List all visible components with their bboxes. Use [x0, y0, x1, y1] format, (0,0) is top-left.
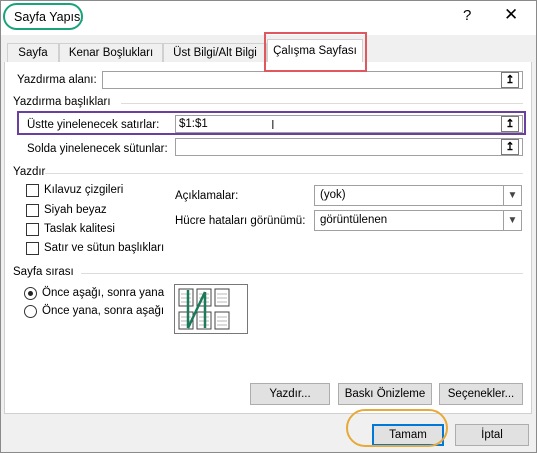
down-then-over-label: Önce aşağı, sonra yana: [42, 287, 165, 299]
help-icon[interactable]: ?: [463, 7, 471, 24]
rows-collapse-icon[interactable]: ↥: [501, 116, 519, 132]
over-then-down-radio[interactable]: [24, 305, 37, 318]
cols-collapse-icon[interactable]: ↥: [501, 139, 519, 155]
draft-quality-checkbox[interactable]: [26, 223, 39, 236]
print-divider: [45, 173, 523, 174]
print-area-label: Yazdırma alanı:: [17, 74, 97, 86]
gridlines-checkbox[interactable]: [26, 184, 39, 197]
page-order-divider: [81, 273, 523, 274]
cell-errors-label: Hücre hataları görünümü:: [175, 215, 306, 227]
black-white-checkbox[interactable]: [26, 204, 39, 217]
page-order-preview-icon: [174, 284, 248, 334]
draft-quality-label: Taslak kalitesi: [44, 223, 115, 235]
title-bar: Sayfa Yapısı ? ✕: [1, 1, 536, 35]
tab-header-footer[interactable]: Üst Bilgi/Alt Bilgi: [163, 43, 267, 63]
page-setup-dialog: Sayfa Yapısı ? ✕ Sayfa Kenar Boşlukları …: [0, 0, 537, 453]
ok-button[interactable]: Tamam: [372, 424, 444, 446]
print-titles-heading: Yazdırma başlıkları: [13, 96, 111, 108]
chevron-down-icon: ▼: [503, 211, 521, 230]
row-col-headings-checkbox[interactable]: [26, 242, 39, 255]
tab-sayfa[interactable]: Sayfa: [7, 43, 59, 63]
comments-label: Açıklamalar:: [175, 190, 239, 202]
down-then-over-radio[interactable]: [24, 287, 37, 300]
text-cursor-icon: I: [271, 117, 275, 132]
black-white-label: Siyah beyaz: [44, 204, 107, 216]
print-area-collapse-icon[interactable]: ↥: [501, 72, 519, 88]
over-then-down-label: Önce yana, sonra aşağı: [42, 305, 165, 317]
print-button[interactable]: Yazdır...: [250, 383, 330, 405]
comments-select[interactable]: (yok) ▼: [314, 185, 522, 206]
gridlines-label: Kılavuz çizgileri: [44, 184, 124, 196]
close-icon[interactable]: ✕: [504, 5, 518, 25]
chevron-down-icon: ▼: [503, 186, 521, 205]
cols-to-repeat-input[interactable]: [175, 138, 523, 156]
options-button[interactable]: Seçenekler...: [439, 383, 523, 405]
cancel-button[interactable]: İptal: [455, 424, 529, 446]
tab-margins[interactable]: Kenar Boşlukları: [59, 43, 163, 63]
print-preview-button[interactable]: Baskı Önizleme: [338, 383, 432, 405]
dialog-title: Sayfa Yapısı: [14, 10, 84, 24]
print-heading: Yazdır: [13, 166, 46, 178]
rows-to-repeat-label: Üstte yinelenecek satırlar:: [27, 119, 160, 131]
page-order-heading: Sayfa sırası: [13, 266, 74, 278]
print-titles-divider: [121, 103, 523, 104]
cell-errors-select[interactable]: görüntülenen ▼: [314, 210, 522, 231]
print-area-input[interactable]: [102, 71, 523, 89]
cols-to-repeat-label: Solda yinelenecek sütunlar:: [27, 143, 168, 155]
sheet-tab-panel: Yazdırma alanı: ↥ Yazdırma başlıkları Üs…: [4, 62, 532, 414]
rows-to-repeat-input[interactable]: $1:$1 I: [175, 115, 523, 133]
tab-sheet[interactable]: Çalışma Sayfası: [267, 39, 363, 63]
row-col-headings-label: Satır ve sütun başlıkları: [44, 242, 165, 254]
